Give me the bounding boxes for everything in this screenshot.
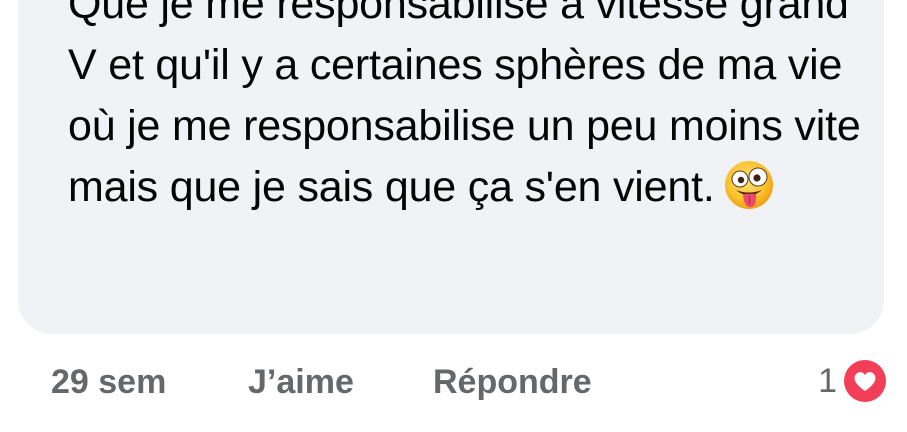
love-heart-icon (841, 357, 889, 405)
reaction-count: 1 (818, 362, 837, 400)
comment-text-container: Que je me responsabilise à vitesse grand… (68, 0, 868, 218)
comment-bubble: Que je me responsabilise à vitesse grand… (18, 0, 884, 334)
reaction-summary[interactable]: 1 (818, 356, 889, 406)
comment-timestamp[interactable]: 29 sem (51, 360, 166, 404)
zany-face-emoji-icon (723, 159, 775, 211)
reply-button[interactable]: Répondre (433, 360, 592, 404)
like-button[interactable]: J’aime (248, 360, 354, 404)
comment-footer: 29 sem J’aime Répondre 1 (0, 352, 907, 412)
